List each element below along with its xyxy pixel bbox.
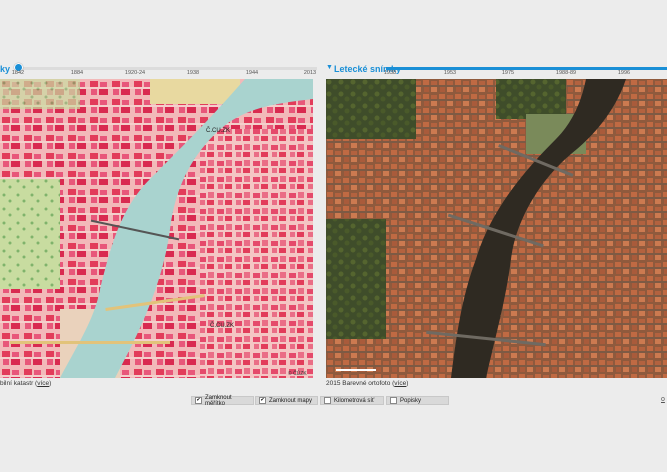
right-more-link[interactable]: více bbox=[394, 380, 406, 387]
checkbox-empty-icon[interactable] bbox=[324, 397, 331, 404]
map-label: Č.CU.ZK bbox=[210, 322, 234, 329]
tick-label[interactable]: 1938 bbox=[384, 70, 396, 76]
checkbox-checked-icon[interactable]: ✔ bbox=[259, 397, 266, 404]
labels-checkbox[interactable]: Popisky bbox=[386, 396, 449, 405]
checkbox-empty-icon[interactable] bbox=[390, 397, 397, 404]
tick-label[interactable]: 1884 bbox=[71, 70, 83, 76]
tick-label[interactable]: 1920-24 bbox=[125, 70, 145, 76]
lock-maps-checkbox[interactable]: ✔ Zamknout mapy bbox=[255, 396, 318, 405]
cadastral-map-image: Č.CU.ZK Č.CU.ZK © ČÚZK bbox=[0, 79, 313, 378]
more-options-link-icon[interactable]: o bbox=[661, 396, 665, 403]
left-timeline-ticks: 1842 1884 1920-24 1938 1944 2013 bbox=[0, 70, 330, 78]
right-map[interactable] bbox=[326, 79, 667, 378]
checkbox-checked-icon[interactable]: ✔ bbox=[195, 397, 202, 404]
tick-label[interactable]: 1953 bbox=[444, 70, 456, 76]
tick-label[interactable]: 1975 bbox=[502, 70, 514, 76]
aerial-photo-image bbox=[326, 79, 667, 378]
right-timeline-ticks: 1938 1953 1975 1988-89 1996 bbox=[326, 70, 667, 78]
right-map-caption: 2015 Barevné ortofoto (více) bbox=[326, 380, 409, 387]
tick-label[interactable]: 1988-89 bbox=[556, 70, 576, 76]
map-copyright: © ČÚZK bbox=[288, 370, 307, 377]
map-label: Č.CU.ZK bbox=[206, 127, 230, 134]
tick-label[interactable]: 1842 bbox=[12, 70, 24, 76]
tick-label[interactable]: 1944 bbox=[246, 70, 258, 76]
tick-label[interactable]: 1996 bbox=[618, 70, 630, 76]
tick-label[interactable]: 2013 bbox=[304, 70, 316, 76]
tick-label[interactable]: 1938 bbox=[187, 70, 199, 76]
lock-scale-checkbox[interactable]: ✔ Zamknout měřítko bbox=[191, 395, 254, 407]
left-more-link[interactable]: více bbox=[37, 380, 49, 387]
km-grid-checkbox[interactable]: Kilometrová síť bbox=[320, 396, 384, 405]
left-map-caption: bilní katastr (více) bbox=[0, 380, 52, 387]
left-map[interactable]: Č.CU.ZK Č.CU.ZK © ČÚZK bbox=[0, 79, 313, 378]
